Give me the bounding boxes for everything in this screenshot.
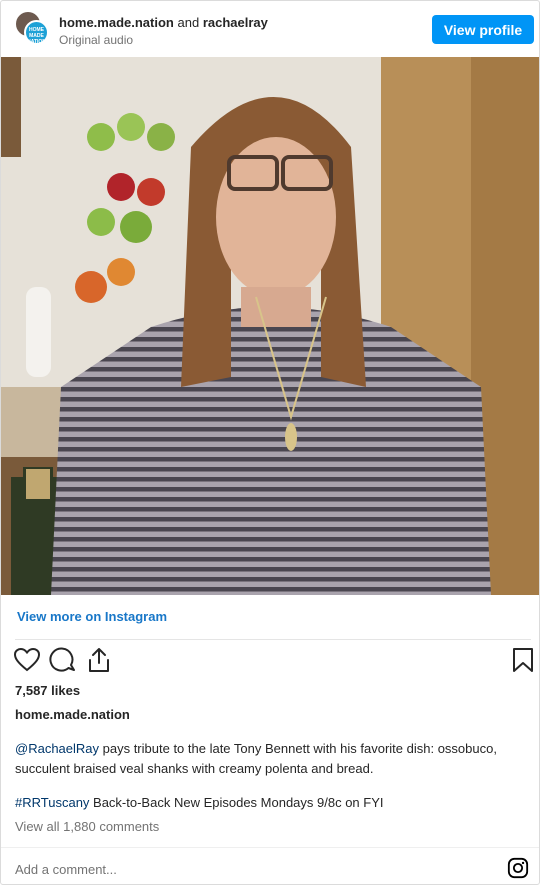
share-icon[interactable] [85, 646, 113, 674]
post-caption: @RachaelRay pays tribute to the late Ton… [15, 739, 531, 779]
view-profile-button[interactable]: View profile [432, 15, 534, 44]
comment-icon[interactable] [49, 646, 77, 674]
post-caption-line2: #RRTuscany Back-to-Back New Episodes Mon… [15, 793, 531, 813]
author-link-rachaelray[interactable]: rachaelray [203, 15, 268, 30]
post-authors: home.made.nation and rachaelray [59, 15, 268, 31]
view-more-link[interactable]: View more on Instagram [17, 609, 167, 624]
video-frame [1, 57, 539, 595]
post-owner[interactable]: home.made.nation [15, 707, 130, 722]
instagram-icon[interactable] [507, 857, 529, 879]
post-video[interactable] [1, 57, 539, 595]
likes-count[interactable]: 7,587 likes [15, 683, 80, 698]
avatar-home-made-nation: HOME MADE NATION [24, 20, 49, 45]
add-comment-input[interactable]: Add a comment... [15, 862, 117, 877]
author-link-home-made-nation[interactable]: home.made.nation [59, 15, 174, 30]
post-header: HOME MADE NATION home.made.nation and ra… [1, 1, 539, 57]
audio-label[interactable]: Original audio [59, 33, 133, 47]
add-comment-bar: Add a comment... [1, 847, 539, 886]
heart-icon[interactable] [13, 646, 41, 674]
mention-link[interactable]: @RachaelRay [15, 741, 99, 756]
bookmark-icon[interactable] [509, 646, 537, 674]
avatar[interactable]: HOME MADE NATION [15, 11, 49, 45]
author-conjunction: and [177, 15, 200, 30]
caption2-text: Back-to-Back New Episodes Mondays 9/8c o… [89, 795, 384, 810]
instagram-embed: HOME MADE NATION home.made.nation and ra… [0, 0, 540, 885]
action-bar [13, 646, 533, 676]
view-comments-link[interactable]: View all 1,880 comments [15, 819, 159, 834]
divider [15, 639, 531, 640]
hashtag-link[interactable]: #RRTuscany [15, 795, 89, 810]
